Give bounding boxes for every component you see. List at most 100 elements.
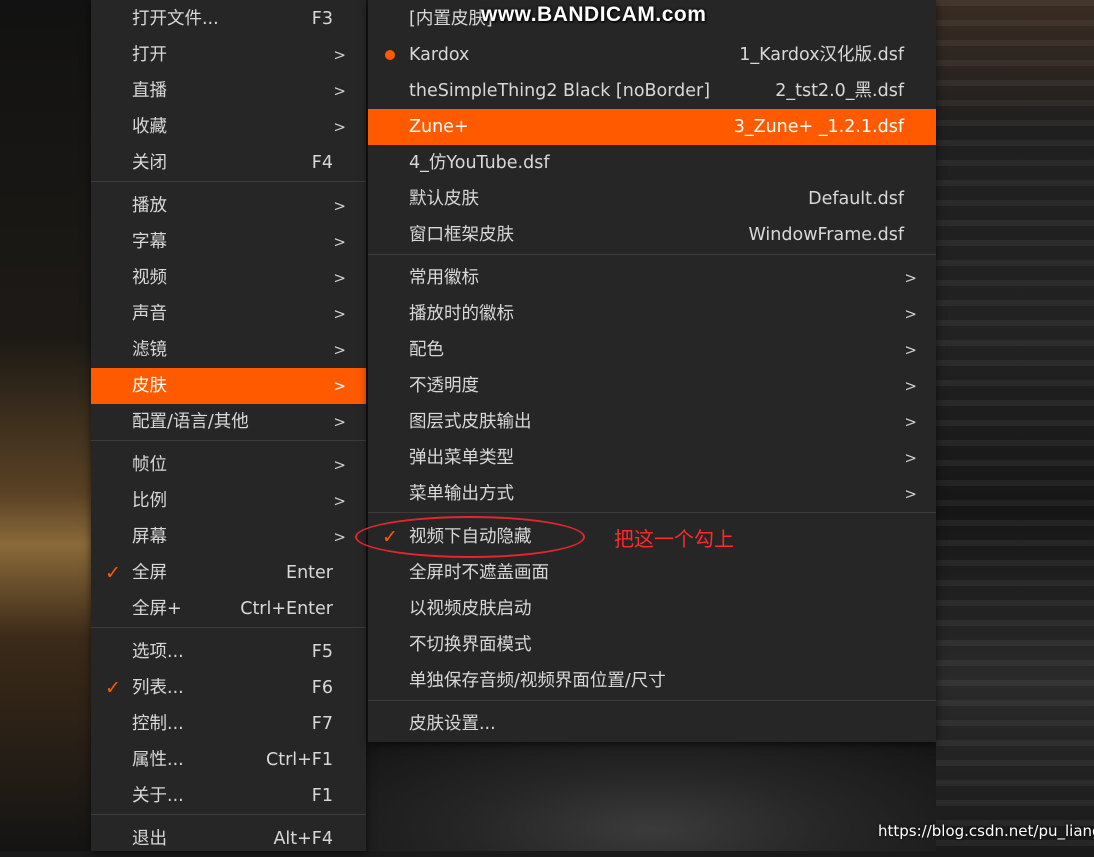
skin-menu-item[interactable]: Zune+ 3_Zune+ _1.2.1.dsf — [368, 109, 936, 145]
main-menu-item-label: 打开文件... — [132, 9, 219, 29]
skin-menu-item[interactable]: 不切换界面模式 — [368, 627, 936, 663]
skin-menu-item-shortcut: Default.dsf — [808, 189, 904, 209]
main-menu-item-label: 直播 — [132, 81, 167, 101]
annotation-text: 把这一个勾上 — [614, 527, 734, 551]
skin-menu-item-label: 图层式皮肤输出 — [409, 412, 532, 432]
main-menu-item[interactable]: 关闭 F4 — [91, 145, 366, 181]
skin-menu-item-shortcut: WindowFrame.dsf — [748, 225, 904, 245]
main-menu-item-shortcut: F4 — [311, 153, 333, 173]
main-menu-item[interactable]: 打开 > — [91, 37, 366, 73]
bandicam-watermark: www.BANDICAM.com — [481, 3, 707, 26]
main-menu-item[interactable]: 皮肤 > — [91, 368, 366, 404]
submenu-arrow-icon: > — [333, 492, 346, 510]
skin-menu-item[interactable]: 不透明度 > — [368, 368, 936, 404]
main-menu-item[interactable]: 滤镜 > — [91, 332, 366, 368]
main-menu-item[interactable]: 退出 Alt+F4 — [91, 821, 366, 857]
skin-menu-item[interactable]: 以视频皮肤启动 — [368, 591, 936, 627]
skin-menu-item-label: 不切换界面模式 — [409, 635, 532, 655]
submenu-arrow-icon: > — [333, 413, 346, 431]
main-menu-item[interactable]: 屏幕 > — [91, 519, 366, 555]
background-bottom-strip — [366, 742, 936, 851]
submenu-arrow-icon: > — [333, 269, 346, 287]
radio-dot-icon — [385, 50, 395, 60]
main-menu-item[interactable]: 直播 > — [91, 73, 366, 109]
main-menu-item-shortcut: Enter — [286, 563, 333, 583]
skin-menu-item[interactable]: 播放时的徽标 > — [368, 296, 936, 332]
skin-menu-item[interactable]: 常用徽标 > — [368, 260, 936, 296]
background-left-strip — [0, 0, 92, 851]
skin-menu-item[interactable]: 4_仿YouTube.dsf — [368, 145, 936, 181]
main-menu-item[interactable]: ✓ 全屏 Enter — [91, 555, 366, 591]
main-menu-item-label: 关于... — [132, 786, 184, 806]
main-menu-item[interactable]: 全屏+ Ctrl+Enter — [91, 591, 366, 627]
submenu-arrow-icon: > — [904, 305, 917, 323]
main-context-menu: 打开文件... F3 打开 > 直播 > 收藏 > 关闭 F4 播放 > 字幕 > 视频 > 声音 > 滤镜 > 皮肤 >… — [91, 0, 366, 851]
submenu-arrow-icon: > — [904, 449, 917, 467]
main-menu-item[interactable]: 打开文件... F3 — [91, 1, 366, 37]
skin-menu-item[interactable]: Kardox 1_Kardox汉化版.dsf — [368, 37, 936, 73]
skin-menu-item-label: 弹出菜单类型 — [409, 448, 514, 468]
skin-menu-item-label: 默认皮肤 — [409, 189, 479, 209]
menu-separator — [368, 254, 936, 255]
menu-separator — [91, 814, 366, 815]
main-menu-item[interactable]: 声音 > — [91, 296, 366, 332]
main-menu-item[interactable]: ✓ 列表... F6 — [91, 670, 366, 706]
skin-menu-item-label: Zune+ — [409, 117, 469, 137]
submenu-arrow-icon: > — [904, 341, 917, 359]
skin-menu-item[interactable]: 配色 > — [368, 332, 936, 368]
main-menu-item-label: 屏幕 — [132, 527, 167, 547]
main-menu-item[interactable]: 配置/语言/其他 > — [91, 404, 366, 440]
main-menu-item-label: 视频 — [132, 268, 167, 288]
main-menu-item[interactable]: 属性... Ctrl+F1 — [91, 742, 366, 778]
main-menu-item-label: 帧位 — [132, 455, 167, 475]
skin-menu-item[interactable]: 皮肤设置... — [368, 706, 936, 742]
main-menu-item-label: 比例 — [132, 491, 167, 511]
main-menu-item-label: 配置/语言/其他 — [132, 412, 249, 432]
main-menu-item[interactable]: 帧位 > — [91, 447, 366, 483]
main-menu-item-shortcut: Alt+F4 — [273, 829, 333, 849]
skin-menu-item-label: 皮肤设置... — [409, 714, 496, 734]
submenu-arrow-icon: > — [333, 341, 346, 359]
main-menu-item[interactable]: 比例 > — [91, 483, 366, 519]
skin-menu-item-label: 不透明度 — [409, 376, 479, 396]
main-menu-item-shortcut: F7 — [311, 714, 333, 734]
main-menu-item-label: 控制... — [132, 714, 184, 734]
skin-menu-item-label: Kardox — [409, 45, 470, 65]
main-menu-item-label: 全屏 — [132, 563, 167, 583]
submenu-arrow-icon: > — [333, 197, 346, 215]
submenu-arrow-icon: > — [333, 528, 346, 546]
main-menu-item[interactable]: 选项... F5 — [91, 634, 366, 670]
skin-menu-item-label: 全屏时不遮盖画面 — [409, 563, 549, 583]
main-menu-item[interactable]: 字幕 > — [91, 224, 366, 260]
skin-menu-item[interactable]: 弹出菜单类型 > — [368, 440, 936, 476]
skin-menu-item[interactable]: 默认皮肤 Default.dsf — [368, 181, 936, 217]
main-menu-item-label: 属性... — [132, 750, 184, 770]
submenu-arrow-icon: > — [904, 413, 917, 431]
skin-menu-item[interactable]: theSimpleThing2 Black [noBorder] 2_tst2.0… — [368, 73, 936, 109]
main-menu-item-label: 打开 — [132, 45, 167, 65]
checkmark-icon: ✓ — [105, 562, 121, 584]
main-menu-item[interactable]: 控制... F7 — [91, 706, 366, 742]
main-menu-item[interactable]: 收藏 > — [91, 109, 366, 145]
menu-separator — [91, 440, 366, 441]
skin-menu-item-label: theSimpleThing2 Black [noBorder] — [409, 81, 711, 101]
main-menu-item-label: 播放 — [132, 196, 167, 216]
background-right-strip — [936, 0, 1094, 851]
skin-menu-item-label: 播放时的徽标 — [409, 304, 514, 324]
menu-separator — [91, 627, 366, 628]
skin-menu-item-shortcut: 3_Zune+ _1.2.1.dsf — [733, 117, 904, 137]
main-menu-item-shortcut: Ctrl+F1 — [265, 750, 333, 770]
main-menu-item[interactable]: 视频 > — [91, 260, 366, 296]
skin-menu-item[interactable]: 窗口框架皮肤 WindowFrame.dsf — [368, 217, 936, 253]
main-menu-item-shortcut: F3 — [311, 9, 333, 29]
skin-menu-item[interactable]: 单独保存音频/视频界面位置/尺寸 — [368, 663, 936, 699]
main-menu-item-label: 声音 — [132, 304, 167, 324]
skin-menu-item[interactable]: 菜单输出方式 > — [368, 476, 936, 512]
skin-menu-item-label: 菜单输出方式 — [409, 484, 514, 504]
main-menu-item[interactable]: 播放 > — [91, 188, 366, 224]
main-menu-item[interactable]: 关于... F1 — [91, 778, 366, 814]
skin-menu-item[interactable]: 图层式皮肤输出 > — [368, 404, 936, 440]
submenu-arrow-icon: > — [333, 377, 346, 395]
skin-menu-item[interactable]: 全屏时不遮盖画面 — [368, 555, 936, 591]
main-menu-item-label: 滤镜 — [132, 340, 167, 360]
